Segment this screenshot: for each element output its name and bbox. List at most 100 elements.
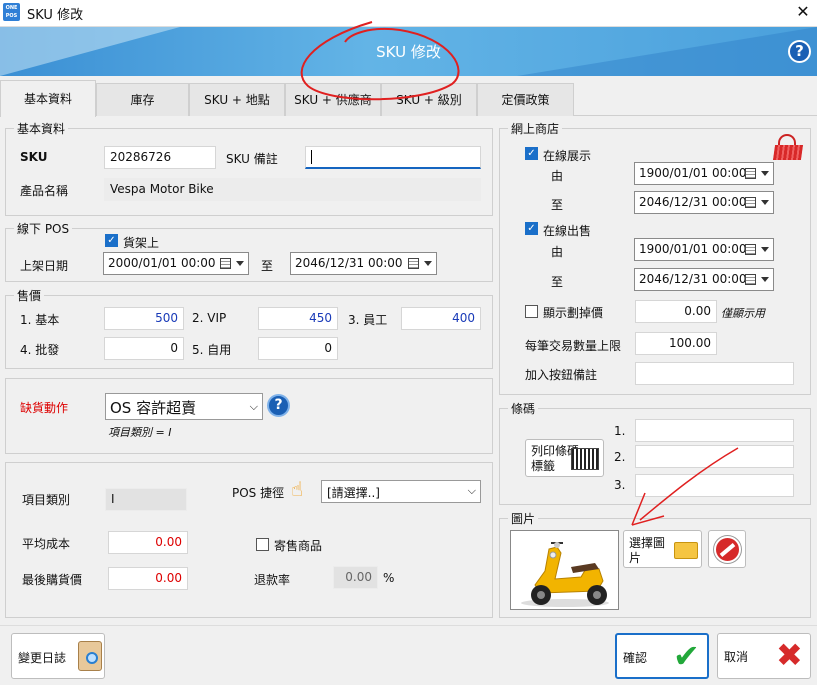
- pointing-hand-icon: ☝: [291, 477, 304, 501]
- header-banner: SKU 修改: [0, 27, 817, 76]
- price-self-input[interactable]: 0: [258, 337, 338, 360]
- text-cursor: [311, 150, 312, 164]
- stockout-action-label: 缺貨動作: [20, 401, 69, 415]
- sell-to-label: 至: [551, 275, 564, 289]
- sell-from-date[interactable]: 1900/01/01 00:00: [634, 238, 774, 261]
- sell-to-date[interactable]: 2046/12/31 00:00: [634, 268, 774, 291]
- calendar-icon: [745, 168, 756, 179]
- basic-info-group: 基本資料: [5, 120, 493, 216]
- select-image-button[interactable]: 選擇圖片: [623, 530, 702, 568]
- consignment-checkbox[interactable]: [256, 538, 269, 551]
- show-online-label: 在線展示: [543, 149, 592, 163]
- tab-sku-supplier[interactable]: SKU + 供應商: [285, 83, 381, 116]
- online-store-group-label: 網上商店: [508, 120, 563, 137]
- barcode-1-input[interactable]: [635, 419, 794, 442]
- stockout-note: 項目類別 = I: [108, 426, 172, 439]
- chevron-down-icon: [761, 171, 769, 176]
- price-basic-input[interactable]: 500: [104, 307, 184, 330]
- shelf-date-to[interactable]: 2046/12/31 00:00: [290, 252, 437, 275]
- tab-pricing-policy[interactable]: 定價政策: [477, 83, 574, 116]
- sku-remark-input[interactable]: [305, 146, 481, 169]
- item-type-input[interactable]: I: [105, 488, 187, 511]
- calendar-icon: [745, 274, 756, 285]
- checkmark-icon: ✔: [673, 637, 700, 675]
- shelf-date-to-label: 至: [261, 259, 274, 273]
- scooter-image: [521, 542, 609, 607]
- calendar-icon: [745, 197, 756, 208]
- stockout-action-select[interactable]: OS 容許超賣 ⌵: [105, 393, 263, 420]
- offline-pos-group-label: 線下 POS: [14, 220, 73, 237]
- qty-limit-input[interactable]: 100.00: [635, 332, 717, 355]
- delete-image-button[interactable]: [708, 530, 746, 568]
- show-from-date[interactable]: 1900/01/01 00:00: [634, 162, 774, 185]
- show-to-value: 2046/12/31 00:00: [639, 195, 747, 209]
- sell-online-checkbox[interactable]: ✓: [525, 222, 538, 235]
- show-to-label: 至: [551, 198, 564, 212]
- product-image: [510, 530, 619, 610]
- strike-price-label: 顯示劃掉價: [543, 306, 604, 320]
- cancel-button[interactable]: 取消 ✖: [717, 633, 811, 679]
- scroll-search-icon: [78, 641, 102, 671]
- banner-title: SKU 修改: [376, 43, 441, 61]
- chevron-down-icon: [761, 247, 769, 252]
- tab-bar: 基本資料 庫存 SKU + 地點 SKU + 供應商 SKU + 級別 定價政策: [0, 78, 817, 117]
- button-note-label: 加入按鈕備註: [525, 368, 598, 382]
- tab-sku-level[interactable]: SKU + 級別: [381, 83, 477, 116]
- pos-shortcut-label: POS 捷徑: [232, 486, 285, 500]
- close-button[interactable]: ✕: [793, 1, 813, 23]
- qty-limit-label: 每筆交易數量上限: [525, 339, 622, 353]
- shopping-basket-icon: [772, 134, 805, 164]
- tab-basic-info[interactable]: 基本資料: [0, 80, 96, 117]
- avg-cost-label: 平均成本: [22, 537, 71, 551]
- barcode-printer-icon: [571, 448, 599, 470]
- show-online-checkbox[interactable]: ✓: [525, 147, 538, 160]
- on-shelf-checkbox[interactable]: ✓: [105, 234, 118, 247]
- stockout-action-value: OS 容許超賣: [110, 399, 197, 417]
- barcode-2-input[interactable]: [635, 445, 794, 468]
- price-vip-input[interactable]: 450: [258, 307, 338, 330]
- image-group-label: 圖片: [508, 510, 539, 527]
- price-wholesale-label: 4. 批發: [20, 343, 60, 357]
- avg-cost-input[interactable]: 0.00: [108, 531, 188, 554]
- shelf-date-from[interactable]: 2000/01/01 00:00: [103, 252, 249, 275]
- shelf-date-label: 上架日期: [20, 259, 69, 273]
- confirm-button[interactable]: 確認 ✔: [615, 633, 709, 679]
- basic-info-group-label: 基本資料: [14, 120, 69, 137]
- consignment-label: 寄售商品: [274, 539, 323, 553]
- calendar-icon: [745, 244, 756, 255]
- sell-from-label: 由: [551, 245, 564, 259]
- window-title: SKU 修改: [27, 8, 84, 23]
- confirm-label: 確認: [623, 651, 648, 665]
- barcode-3-input[interactable]: [635, 474, 794, 497]
- show-to-date[interactable]: 2046/12/31 00:00: [634, 191, 774, 214]
- chevron-down-icon: [761, 200, 769, 205]
- chevron-down-icon: ⌵: [249, 400, 258, 413]
- barcode-group-label: 條碼: [508, 400, 539, 417]
- chevron-down-icon: [761, 277, 769, 282]
- strike-price-input[interactable]: 0.00: [635, 300, 717, 323]
- sku-input[interactable]: 20286726: [104, 146, 216, 169]
- button-note-input[interactable]: [635, 362, 794, 385]
- change-log-button[interactable]: 變更日誌: [11, 633, 105, 679]
- price-self-label: 5. 自用: [192, 343, 232, 357]
- tab-sku-location[interactable]: SKU + 地點: [189, 83, 285, 116]
- product-name-input[interactable]: Vespa Motor Bike: [104, 178, 481, 201]
- cancel-label: 取消: [724, 650, 749, 664]
- tab-stock[interactable]: 庫存: [96, 83, 189, 116]
- print-barcode-button[interactable]: 列印條碼標籤: [525, 439, 604, 477]
- strike-price-checkbox[interactable]: [525, 305, 538, 318]
- pos-shortcut-select[interactable]: [請選擇..] ⌵: [321, 480, 481, 503]
- sell-from-value: 1900/01/01 00:00: [639, 242, 747, 256]
- price-staff-input[interactable]: 400: [401, 307, 481, 330]
- on-shelf-label: 貨架上: [123, 236, 160, 250]
- barcode-1-label: 1.: [614, 424, 626, 438]
- refund-rate-input[interactable]: 0.00: [333, 566, 378, 589]
- calendar-icon: [220, 258, 231, 269]
- help-icon[interactable]: ?: [788, 40, 811, 63]
- chevron-down-icon: [236, 261, 244, 266]
- help-icon[interactable]: ?: [267, 394, 290, 417]
- shelf-date-from-value: 2000/01/01 00:00: [108, 256, 216, 270]
- last-price-input[interactable]: 0.00: [108, 567, 188, 590]
- select-image-label: 選擇圖片: [629, 536, 666, 565]
- price-wholesale-input[interactable]: 0: [104, 337, 184, 360]
